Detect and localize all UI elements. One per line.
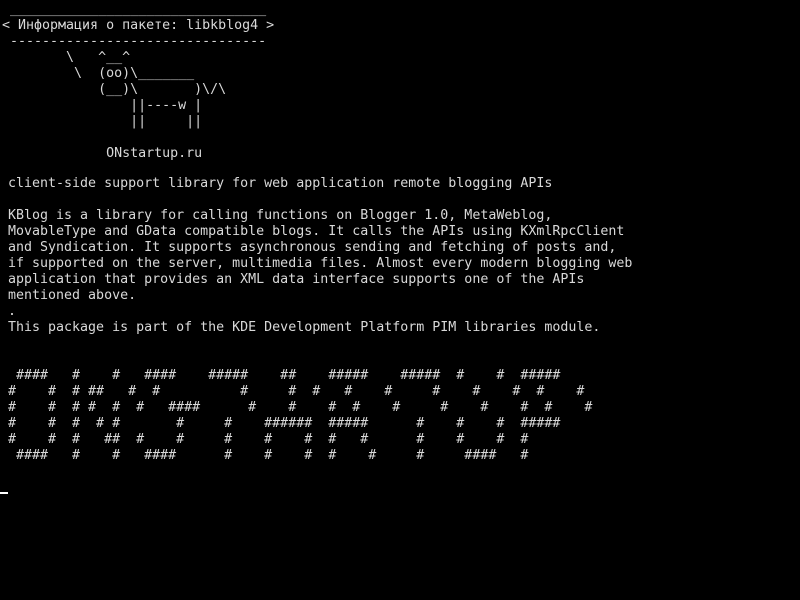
ascii-art-banner: #### # # #### ##### ## ##### ##### # # #… (8, 368, 593, 463)
terminal-screen: ________________________________ < Инфор… (0, 0, 800, 600)
cowsay-info-banner: ________________________________ < Инфор… (2, 2, 275, 161)
package-description: KBlog is a library for calling functions… (8, 208, 633, 335)
package-summary: client-side support library for web appl… (8, 176, 553, 191)
text-cursor[interactable] (0, 492, 8, 494)
